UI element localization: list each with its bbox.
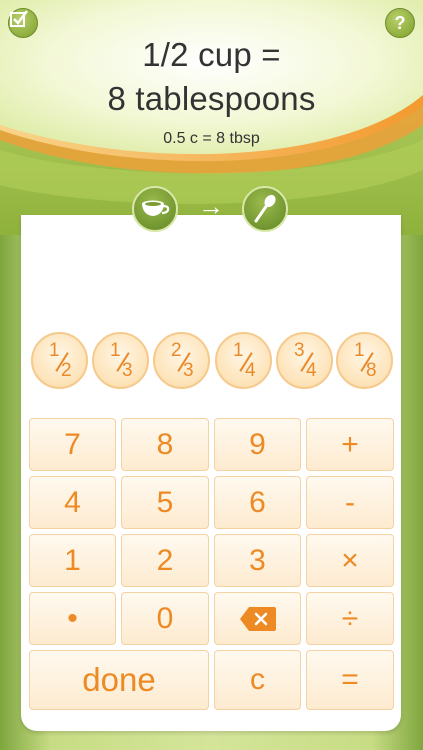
key-plus[interactable]: +: [306, 418, 394, 471]
fraction-button-2-3[interactable]: 2 3: [153, 332, 210, 389]
key-5[interactable]: 5: [121, 476, 209, 529]
checkbox-icon: [10, 10, 28, 27]
key-1[interactable]: 1: [29, 534, 116, 587]
fraction-button-1-4[interactable]: 1 4: [215, 332, 272, 389]
help-button[interactable]: ?: [385, 8, 415, 38]
spoon-icon: [254, 194, 276, 223]
fraction-button-1-8[interactable]: 1 8: [336, 332, 393, 389]
key-0[interactable]: 0: [121, 592, 209, 645]
checklist-button[interactable]: [8, 8, 38, 38]
fraction-button-1-3[interactable]: 1 3: [92, 332, 149, 389]
fraction-row: 1 2 1 3 2 3 1 4 3 4 1 8: [31, 332, 393, 389]
key-2[interactable]: 2: [121, 534, 209, 587]
key-3[interactable]: 3: [214, 534, 301, 587]
fraction-button-3-4[interactable]: 3 4: [276, 332, 333, 389]
key-backspace[interactable]: [214, 592, 301, 645]
result-from: 1/2 cup =: [142, 36, 281, 73]
clear-button[interactable]: c: [214, 650, 301, 710]
key-8[interactable]: 8: [121, 418, 209, 471]
result-abbreviation: 0.5 c = 8 tbsp: [163, 130, 260, 147]
cup-icon: [142, 200, 170, 216]
key-times[interactable]: ×: [306, 534, 394, 587]
from-unit-button[interactable]: [132, 186, 178, 232]
key-minus[interactable]: -: [306, 476, 394, 529]
calculator-card: 1 2 1 3 2 3 1 4 3 4 1 8 7 8 9 + 4 5 6 - …: [21, 215, 401, 731]
key-decimal-point[interactable]: •: [29, 592, 116, 645]
done-button[interactable]: done: [29, 650, 209, 710]
to-unit-button[interactable]: [242, 186, 288, 232]
key-7[interactable]: 7: [29, 418, 116, 471]
key-divide[interactable]: ÷: [306, 592, 394, 645]
key-6[interactable]: 6: [214, 476, 301, 529]
backspace-icon: [239, 607, 276, 631]
key-4[interactable]: 4: [29, 476, 116, 529]
result-to: 8 tablespoons: [107, 80, 316, 117]
fraction-button-1-2[interactable]: 1 2: [31, 332, 88, 389]
key-9[interactable]: 9: [214, 418, 301, 471]
conversion-arrow: →: [198, 191, 224, 221]
key-equals[interactable]: =: [306, 650, 394, 710]
help-icon: ?: [394, 12, 406, 33]
